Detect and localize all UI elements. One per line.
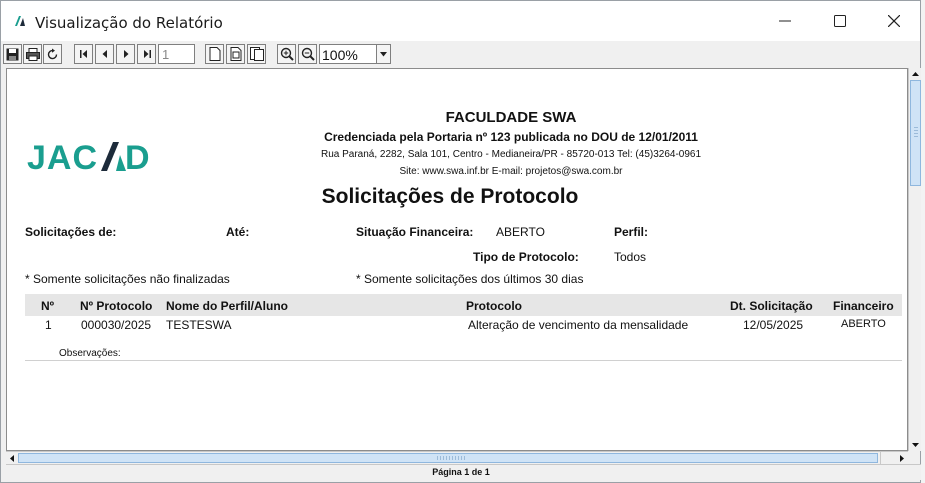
institution-name: FACULDADE SWA: [445, 109, 577, 126]
cell-protocol-number: 000030/2025: [81, 318, 152, 332]
institution-address: Rua Paraná, 2282, Sala 101, Centro - Med…: [320, 149, 702, 160]
zoom-in-button[interactable]: [277, 44, 296, 64]
horizontal-scroll-thumb[interactable]: [18, 453, 878, 463]
previous-page-icon: [102, 50, 107, 58]
zoom-out-icon: [301, 47, 315, 61]
first-page-button[interactable]: [74, 44, 93, 64]
single-page-icon: [209, 47, 220, 61]
close-icon: [888, 15, 900, 27]
grip-icon: [437, 456, 465, 460]
cell-financial: ABERTO: [841, 318, 886, 330]
note-unfinished: * Somente solicitações não finalizadas: [25, 272, 230, 286]
scroll-left-button[interactable]: [6, 452, 18, 464]
column-header: Protocolo: [466, 299, 522, 313]
vertical-scroll-thumb[interactable]: [910, 80, 921, 186]
last-page-icon: [143, 50, 151, 58]
close-button[interactable]: [867, 1, 921, 41]
note-last-30-days: * Somente solicitações dos últimos 30 di…: [356, 272, 584, 286]
maximize-button[interactable]: [813, 1, 867, 41]
page-width-icon: [230, 47, 241, 61]
column-header: Dt. Solicitação: [730, 299, 813, 313]
report-page: JAC D FACULDADE SWA Credenciada pela Por…: [7, 69, 907, 450]
report-title: Solicitações de Protocolo: [321, 185, 579, 208]
filter-solicitacoes-label: Solicitações de:: [25, 225, 117, 239]
app-icon: [15, 16, 25, 26]
print-button[interactable]: [23, 44, 42, 64]
observations-label: Observações:: [59, 348, 121, 359]
chevron-down-icon: [380, 51, 387, 56]
zoom-select[interactable]: 100%: [319, 44, 391, 64]
filter-tipo-label: Tipo de Protocolo:: [473, 250, 579, 264]
institution-credential: Credenciada pela Portaria nº 123 publica…: [324, 130, 698, 144]
save-icon: [6, 48, 19, 60]
column-header: Nº: [41, 299, 55, 313]
first-page-icon: [79, 50, 87, 58]
report-preview-window: Visualização do Relatório 1 100% JAC D F…: [0, 0, 921, 483]
minimize-button[interactable]: [758, 1, 812, 41]
filter-situacao-value: ABERTO: [496, 225, 545, 239]
window-title: Visualização do Relatório: [35, 14, 223, 32]
previous-page-button[interactable]: [95, 44, 114, 64]
filter-perfil-label: Perfil:: [614, 225, 649, 239]
report-viewport[interactable]: JAC D FACULDADE SWA Credenciada pela Por…: [6, 68, 908, 451]
refresh-button[interactable]: [43, 44, 62, 64]
two-pages-icon: [249, 47, 264, 61]
last-page-button[interactable]: [137, 44, 156, 64]
cell-number: 1: [45, 318, 52, 332]
cell-request-date: 12/05/2025: [743, 318, 804, 332]
scroll-right-button[interactable]: [896, 452, 908, 464]
two-pages-button[interactable]: [247, 44, 266, 64]
arrow-right-icon: [900, 454, 904, 462]
vertical-scrollbar[interactable]: [908, 68, 921, 451]
filter-situacao-label: Situação Financeira:: [356, 225, 474, 239]
save-button[interactable]: [3, 44, 22, 64]
cell-profile-name: TESTESWA: [166, 318, 232, 332]
report-toolbar: 100%: [1, 41, 920, 67]
page-info: Página 1 de 1: [432, 467, 490, 477]
scroll-up-button[interactable]: [909, 68, 922, 80]
scroll-down-button[interactable]: [909, 439, 922, 451]
maximize-icon: [834, 15, 846, 27]
horizontal-scrollbar[interactable]: [6, 451, 908, 464]
grip-icon: [914, 127, 918, 139]
filter-ate-label: Até:: [226, 225, 250, 239]
refresh-icon: [47, 48, 58, 59]
arrow-up-icon: [912, 72, 919, 76]
column-header: Nome do Perfil/Aluno: [166, 299, 289, 313]
page-number-input[interactable]: [158, 44, 195, 64]
zoom-in-icon: [280, 47, 294, 61]
table-header: Nº Nº Protocolo Nome do Perfil/Aluno Pro…: [25, 294, 902, 316]
printer-icon: [25, 47, 40, 61]
zoom-out-button[interactable]: [298, 44, 317, 64]
cell-protocol: Alteração de vencimento da mensalidade: [468, 318, 689, 332]
column-header: Nº Protocolo: [80, 299, 153, 313]
zoom-dropdown-button[interactable]: [376, 45, 390, 63]
row-divider: [25, 360, 902, 361]
status-bar: Página 1 de 1: [6, 464, 921, 480]
institution-contact: Site: www.swa.inf.br E-mail: projetos@sw…: [399, 166, 623, 177]
column-header: Financeiro: [833, 299, 894, 313]
scroll-track-segment: [880, 452, 896, 464]
single-page-button[interactable]: [205, 44, 224, 64]
title-bar: Visualização do Relatório: [1, 1, 920, 41]
next-page-button[interactable]: [116, 44, 135, 64]
page-width-button[interactable]: [226, 44, 245, 64]
zoom-value: 100%: [322, 47, 358, 63]
arrow-down-icon: [912, 443, 919, 447]
arrow-left-icon: [10, 454, 14, 462]
next-page-icon: [123, 50, 128, 58]
filter-tipo-value: Todos: [614, 250, 647, 264]
minimize-icon: [779, 20, 791, 22]
